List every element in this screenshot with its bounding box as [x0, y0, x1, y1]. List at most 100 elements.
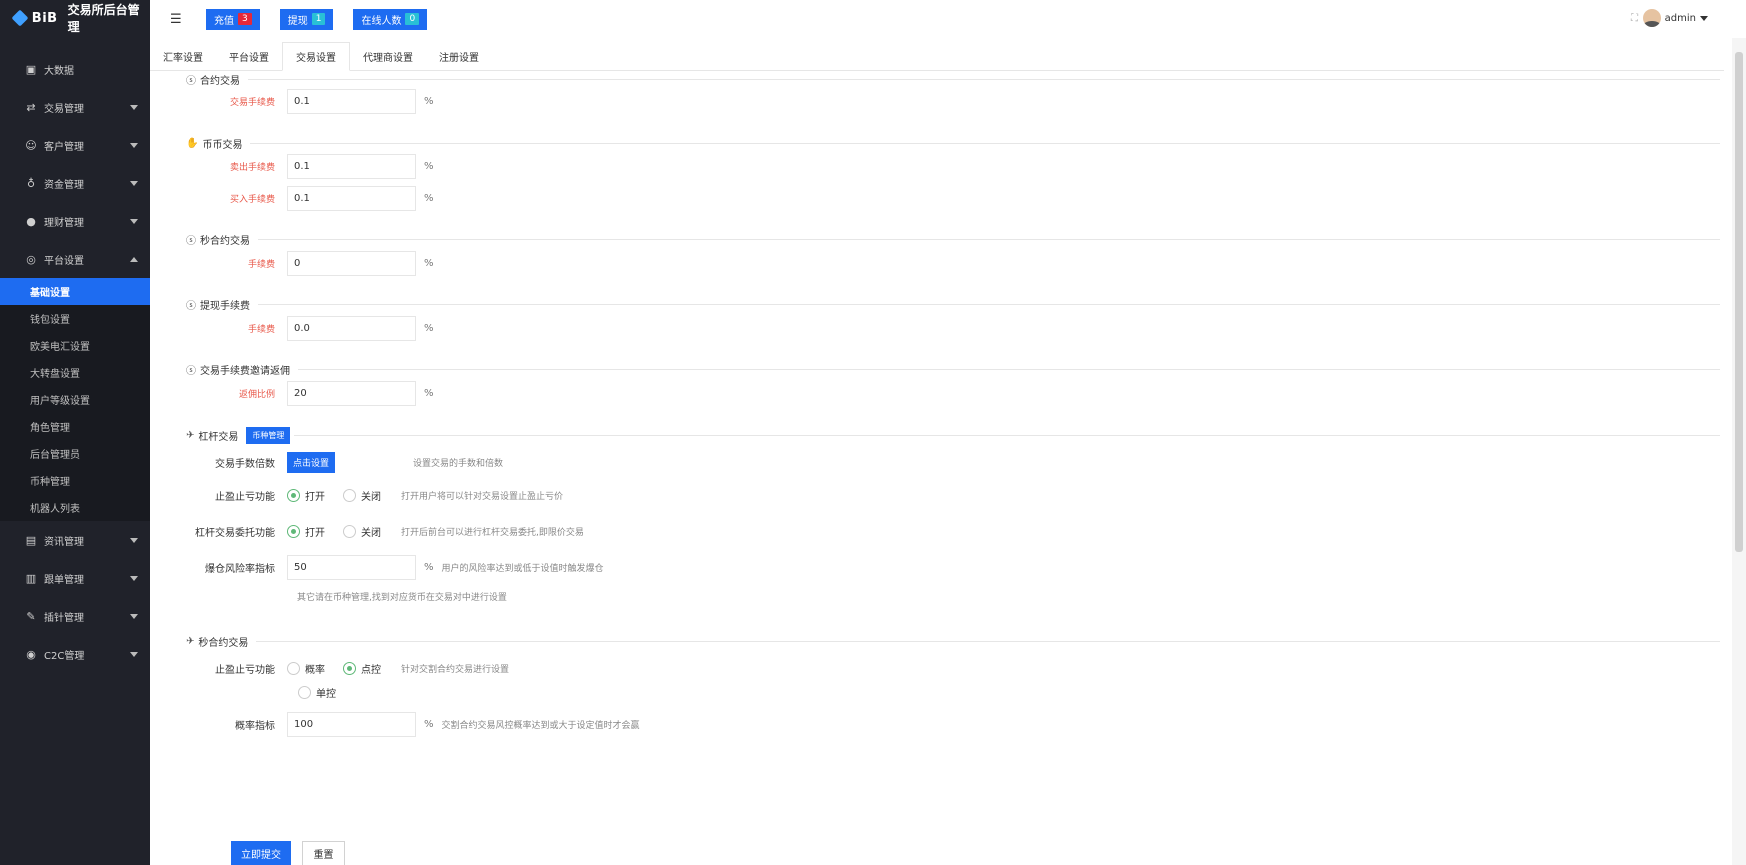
- unit-label: %: [424, 322, 434, 334]
- nav-customer-management[interactable]: ☺ 客户管理: [0, 126, 150, 164]
- row-leverage-hands: 交易手数倍数 点击设置 设置交易的手数和倍数: [150, 450, 503, 474]
- sidebar-item-basic-settings[interactable]: 基础设置: [0, 278, 150, 305]
- section-title: 秒合约交易: [198, 637, 249, 649]
- sidebar-item-wire-settings[interactable]: 欧美电汇设置: [0, 332, 150, 359]
- nav-label: 交易管理: [44, 103, 84, 115]
- probability-input[interactable]: 100: [287, 711, 416, 737]
- withdraw-fee-input[interactable]: 0.0: [287, 315, 416, 341]
- paper-plane-icon: ✈: [186, 635, 195, 647]
- submit-now-button[interactable]: 立即提交: [231, 841, 291, 865]
- sidebar-item-robot-list[interactable]: 机器人列表: [0, 494, 150, 521]
- platform-settings-submenu: 基础设置 钱包设置 欧美电汇设置 大转盘设置 用户等级设置 角色管理 后台管理员…: [0, 278, 150, 521]
- spot-sell-fee-input[interactable]: 0.1: [287, 153, 416, 179]
- row-spot-sell-fee: 卖出手续费 0.1 %: [150, 153, 434, 179]
- rebate-ratio-input[interactable]: 20: [287, 380, 416, 406]
- chevron-down-icon: [130, 575, 138, 581]
- sidebar-item-wheel-settings[interactable]: 大转盘设置: [0, 359, 150, 386]
- sidebar-item-role-management[interactable]: 角色管理: [0, 413, 150, 440]
- logo-title: 交易所后台管理: [67, 3, 140, 34]
- contract-fee-input[interactable]: 0.1: [287, 88, 416, 114]
- field-label: 返佣比例: [238, 389, 275, 400]
- recharge-button[interactable]: 充值 3: [206, 8, 260, 30]
- stop-on-radio[interactable]: 打开: [287, 488, 325, 503]
- radio-circle: [287, 524, 300, 538]
- exchange-icon: ⇄: [26, 100, 36, 114]
- pin-icon: ✎: [26, 609, 36, 623]
- scrollbar[interactable]: [1732, 38, 1746, 865]
- section-leverage: ✈ 杠杆交易 币种管理: [186, 426, 1720, 444]
- single-control-radio[interactable]: 单控: [298, 685, 336, 700]
- radio-label: 点控: [361, 664, 381, 676]
- radio-circle: [343, 524, 356, 538]
- settings-icon: ◎: [26, 252, 36, 266]
- section-title: 币币交易: [202, 139, 243, 151]
- risk-rate-input[interactable]: 50: [287, 554, 416, 580]
- divider: [250, 142, 1720, 144]
- tab-trade[interactable]: 交易设置: [282, 42, 350, 71]
- row-leverage-entrust: 杠杆交易委托功能 打开 关闭 打开后前台可以进行杠杆交易委托,即限价交易: [150, 519, 584, 543]
- field-label: 交易手数倍数: [215, 458, 275, 470]
- tab-exchange-rate[interactable]: 汇率设置: [150, 42, 216, 71]
- user-menu[interactable]: admin: [1642, 9, 1708, 27]
- fullscreen-icon[interactable]: ⛶: [1631, 13, 1638, 24]
- chevron-down-icon: [130, 104, 138, 110]
- hands-settings-button[interactable]: 点击设置: [287, 451, 336, 473]
- nav-label: C2C管理: [44, 650, 85, 662]
- section-title: 杠杆交易: [198, 431, 239, 443]
- scrollbar-thumb[interactable]: [1735, 52, 1743, 552]
- entrust-off-radio[interactable]: 关闭: [343, 524, 381, 539]
- coin-manage-button[interactable]: 币种管理: [246, 426, 291, 444]
- probability-radio[interactable]: 概率: [287, 661, 325, 676]
- hint-text: 打开后前台可以进行杠杆交易委托,即限价交易: [401, 527, 584, 538]
- avatar: [1642, 9, 1661, 27]
- row-leverage-note: 其它请在币种管理,找到对应货币在交易对中进行设置: [297, 584, 507, 608]
- nav-big-data[interactable]: ▣ 大数据: [0, 50, 150, 88]
- section-title: 合约交易: [200, 75, 240, 87]
- row-spot-buy-fee: 买入手续费 0.1 %: [150, 185, 434, 211]
- tab-platform[interactable]: 平台设置: [216, 42, 282, 71]
- tab-register[interactable]: 注册设置: [426, 42, 492, 71]
- field-label: 杠杆交易委托功能: [195, 527, 275, 539]
- point-control-radio[interactable]: 点控: [343, 661, 381, 676]
- second-contract-fee-input[interactable]: 0: [287, 250, 416, 276]
- unit-label: %: [424, 561, 434, 573]
- c2c-icon: ◉: [26, 647, 36, 661]
- hint-text: 用户的风险率达到或低于设值时触发爆仓: [441, 563, 604, 574]
- stop-off-radio[interactable]: 关闭: [343, 488, 381, 503]
- row-second-contract-stop: 止盈止亏功能 概率 点控 针对交割合约交易进行设置: [150, 656, 509, 680]
- nav-trade-management[interactable]: ⇄ 交易管理: [0, 88, 150, 126]
- dollar-icon: ⓢ: [186, 75, 196, 87]
- nav-fund-management[interactable]: ♁ 资金管理: [0, 164, 150, 202]
- tab-agent[interactable]: 代理商设置: [350, 42, 426, 71]
- nav-pin-management[interactable]: ✎ 插针管理: [0, 597, 150, 635]
- nav-finance-management[interactable]: ● 理财管理: [0, 202, 150, 240]
- withdraw-button[interactable]: 提现 1: [279, 8, 334, 30]
- reset-button[interactable]: 重置: [302, 841, 345, 865]
- nav-platform-settings[interactable]: ◎ 平台设置: [0, 240, 150, 278]
- entrust-on-radio[interactable]: 打开: [287, 524, 325, 539]
- users-icon: ☺: [25, 138, 37, 152]
- nav-c2c-management[interactable]: ◉ C2C管理: [0, 635, 150, 673]
- divider: [258, 303, 1720, 305]
- hint-text: 设置交易的手数和倍数: [413, 458, 504, 469]
- sidebar-item-admins[interactable]: 后台管理员: [0, 440, 150, 467]
- unit-label: %: [424, 95, 434, 107]
- news-icon: ▤: [25, 533, 37, 547]
- menu-toggle-icon[interactable]: ☰: [170, 12, 182, 27]
- unit-label: %: [424, 192, 434, 204]
- sidebar-item-user-level[interactable]: 用户等级设置: [0, 386, 150, 413]
- field-label: 爆仓风险率指标: [205, 563, 275, 575]
- divider: [256, 640, 1720, 642]
- online-count-badge: 0: [405, 13, 420, 25]
- nav-copy-trade-management[interactable]: ▥ 跟单管理: [0, 559, 150, 597]
- chevron-down-icon: [130, 218, 138, 224]
- online-users-button[interactable]: 在线人数 0: [353, 8, 428, 30]
- radio-label: 单控: [316, 688, 336, 700]
- nav-news-management[interactable]: ▤ 资讯管理: [0, 521, 150, 559]
- sidebar-item-coin-management[interactable]: 币种管理: [0, 467, 150, 494]
- spot-buy-fee-input[interactable]: 0.1: [287, 185, 416, 211]
- section-title: 交易手续费邀请返佣: [200, 365, 290, 377]
- nav-label: 资金管理: [44, 179, 84, 191]
- section-rebate: ⓢ 交易手续费邀请返佣: [186, 362, 1720, 377]
- sidebar-item-wallet-settings[interactable]: 钱包设置: [0, 305, 150, 332]
